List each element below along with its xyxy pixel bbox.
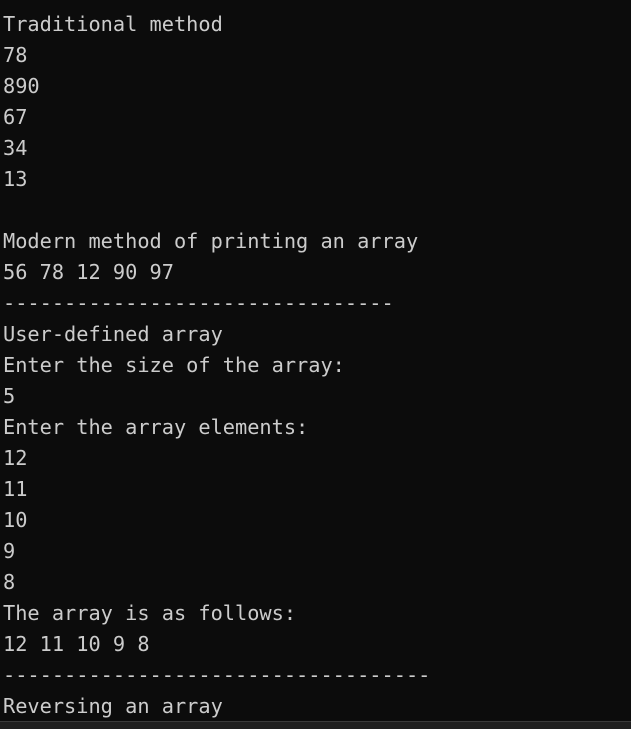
output-line: 67: [3, 105, 28, 129]
output-line: 78: [3, 43, 28, 67]
output-line: 890: [3, 74, 40, 98]
input-line: 8: [3, 570, 16, 594]
output-line: 56 78 12 90 97: [3, 260, 174, 284]
output-line: 13: [3, 167, 28, 191]
output-line-heading-reversing: Reversing an array: [3, 694, 223, 718]
input-line: 11: [3, 477, 28, 501]
prompt-line-elements: Enter the array elements:: [3, 415, 309, 439]
output-line-heading-user-defined: User-defined array: [3, 322, 223, 346]
input-line: 12: [3, 446, 28, 470]
output-line-heading-traditional: Traditional method: [3, 12, 223, 36]
panel-bottom-border: [0, 721, 631, 729]
terminal-output[interactable]: Traditional method 78 890 67 34 13 Moder…: [0, 0, 631, 729]
output-line: 34: [3, 136, 28, 160]
separator-line: --------------------------------: [3, 291, 394, 315]
input-line: 10: [3, 508, 28, 532]
prompt-line-size: Enter the size of the array:: [3, 353, 345, 377]
output-line-result-label: The array is as follows:: [3, 601, 297, 625]
input-line: 5: [3, 384, 16, 408]
separator-line: -----------------------------------: [3, 663, 431, 687]
input-line: 9: [3, 539, 16, 563]
output-line-heading-modern: Modern method of printing an array: [3, 229, 419, 253]
output-line: 12 11 10 9 8: [3, 632, 150, 656]
